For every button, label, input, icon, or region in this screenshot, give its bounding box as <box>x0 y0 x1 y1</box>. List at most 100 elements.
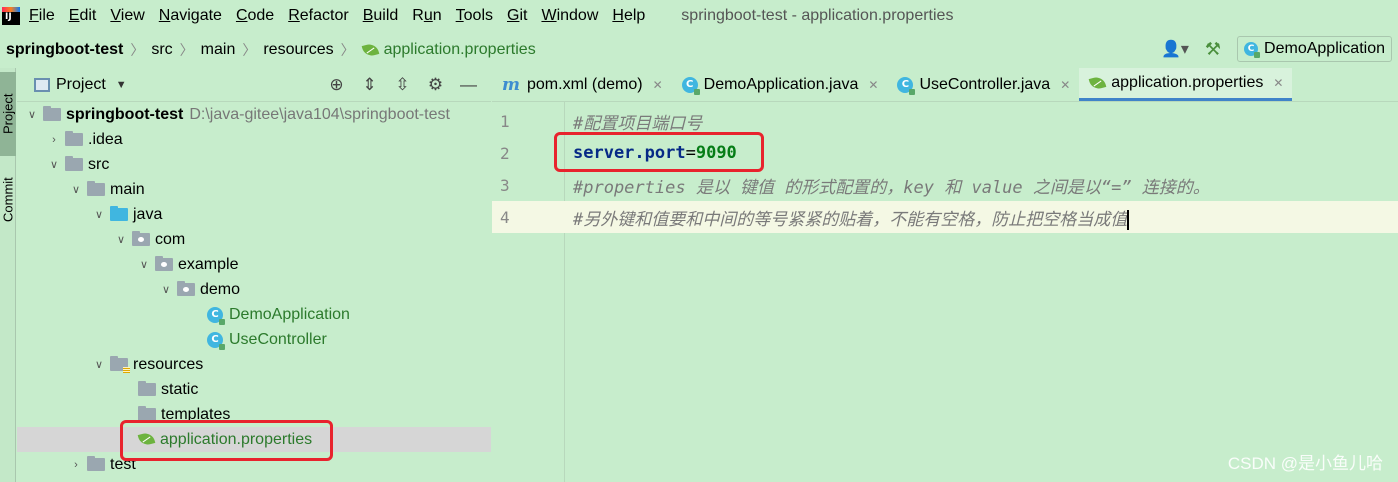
expand-all-icon[interactable]: ⇕ <box>353 75 386 95</box>
menu-item-help[interactable]: Help <box>612 7 645 25</box>
close-icon[interactable]: ✕ <box>868 78 878 92</box>
code-comment: #配置项目端口号 <box>573 113 703 134</box>
tab-use-controller[interactable]: C UseController.java ✕ <box>887 68 1079 101</box>
chevron-right-icon: 〉 <box>179 42 194 58</box>
chevron-down-icon[interactable]: ∨ <box>92 208 106 221</box>
menu-item-refactor[interactable]: Refactor <box>288 7 348 25</box>
menu-item-file[interactable]: File <box>29 7 55 25</box>
close-icon[interactable]: ✕ <box>1060 78 1070 92</box>
tree-row-java[interactable]: ∨ java <box>17 202 491 227</box>
locate-icon[interactable]: ⊕ <box>320 75 353 95</box>
chevron-down-icon[interactable]: ∨ <box>25 108 39 121</box>
chevron-right-icon: 〉 <box>242 42 257 58</box>
chevron-right-icon[interactable]: › <box>47 134 61 146</box>
source-folder-icon <box>110 206 128 221</box>
package-icon <box>155 256 173 271</box>
menu-item-code[interactable]: Code <box>236 7 274 25</box>
close-icon[interactable]: ✕ <box>1273 76 1283 90</box>
folder-icon <box>87 181 105 196</box>
menu-item-tools[interactable]: Tools <box>456 7 493 25</box>
menu-item-build[interactable]: Build <box>363 7 399 25</box>
menu-item-edit[interactable]: Edit <box>69 7 97 25</box>
breadcrumb-resources[interactable]: resources <box>263 41 333 59</box>
code-line-4[interactable]: 4 #另外键和值要和中间的等号紧紧的贴着，不能有空格，防止把空格当成值 <box>492 201 1398 233</box>
tree-row-main[interactable]: ∨ main <box>17 177 491 202</box>
commit-tool-button[interactable]: Commit <box>0 162 16 238</box>
tool-window-strip: Project Commit <box>0 68 16 482</box>
collapse-all-icon[interactable]: ⇳ <box>386 75 419 95</box>
tree-row-resources[interactable]: ∨ resources <box>17 352 491 377</box>
toolbar-right: 👤▾ ⚒ C DemoApplication <box>1161 36 1392 62</box>
spring-leaf-icon <box>362 42 380 59</box>
tree-row-static[interactable]: static <box>17 377 491 402</box>
menu-items: File Edit View Navigate Code Refactor Build Run… <box>29 7 659 25</box>
intellij-logo-icon <box>2 7 20 25</box>
package-icon <box>177 281 195 296</box>
highlight-box-file <box>120 420 333 461</box>
tree-row-demo[interactable]: ∨ demo <box>17 277 491 302</box>
gear-icon[interactable]: ⚙ <box>419 75 452 95</box>
folder-icon <box>65 156 83 171</box>
project-panel-title: Project <box>56 75 106 93</box>
tab-demo-application[interactable]: C DemoApplication.java ✕ <box>672 68 888 101</box>
hide-icon[interactable]: — <box>452 75 485 95</box>
tree-row-root[interactable]: ∨ springboot-test D:\java-gitee\java104\… <box>17 102 491 127</box>
tree-row-idea[interactable]: › .idea <box>17 127 491 152</box>
tab-application-properties[interactable]: application.properties ✕ <box>1079 68 1293 101</box>
breadcrumb-project[interactable]: springboot-test <box>6 41 123 59</box>
text-caret <box>1127 209 1130 230</box>
menu-item-run[interactable]: Run <box>412 7 441 25</box>
editor-tabs: m pom.xml (demo) ✕ C DemoApplication.jav… <box>492 68 1398 102</box>
tree-row-use-controller[interactable]: C UseController <box>17 327 491 352</box>
panel-actions: ⊕ ⇕ ⇳ ⚙ — <box>320 75 485 95</box>
chevron-down-icon[interactable]: ∨ <box>47 158 61 171</box>
highlight-box-port <box>554 132 764 172</box>
tree-row-demo-application[interactable]: C DemoApplication <box>17 302 491 327</box>
package-icon <box>132 231 150 246</box>
chevron-right-icon[interactable]: › <box>69 459 83 471</box>
project-tool-button[interactable]: Project <box>0 72 16 156</box>
tree-row-com[interactable]: ∨ com <box>17 227 491 252</box>
class-icon: C <box>681 76 700 95</box>
code-comment: #另外键和值要和中间的等号紧紧的贴着，不能有空格，防止把空格当成值 <box>573 209 1130 230</box>
resources-folder-icon <box>110 356 130 373</box>
code-line-3[interactable]: 3 #properties 是以 键值 的形式配置的，key 和 value 之… <box>492 169 1398 201</box>
menu-item-git[interactable]: Git <box>507 7 527 25</box>
menu-item-view[interactable]: View <box>110 7 144 25</box>
code-editor[interactable]: 1 #配置项目端口号 2 server.port=9090 3 #propert… <box>492 102 1398 482</box>
breadcrumb-src[interactable]: src <box>151 41 172 59</box>
chevron-down-icon[interactable]: ▼ <box>116 79 127 91</box>
chevron-down-icon[interactable]: ∨ <box>92 358 106 371</box>
folder-icon <box>65 131 83 146</box>
folder-icon <box>138 381 156 396</box>
tree-row-example[interactable]: ∨ example <box>17 252 491 277</box>
code-comment: #properties 是以 键值 的形式配置的，key 和 value 之间是… <box>573 177 1210 198</box>
run-configuration-label: DemoApplication <box>1264 40 1385 57</box>
breadcrumb-main[interactable]: main <box>201 41 236 59</box>
chevron-down-icon[interactable]: ∨ <box>69 183 83 196</box>
module-folder-icon <box>43 106 61 121</box>
chevron-down-icon[interactable]: ∨ <box>137 258 151 271</box>
menu-bar: File Edit View Navigate Code Refactor Build Run… <box>0 0 1398 32</box>
project-panel: Project ▼ ⊕ ⇕ ⇳ ⚙ — ∨ springboot-test D:… <box>17 68 491 482</box>
folder-icon <box>87 456 105 471</box>
menu-item-window[interactable]: Window <box>541 7 598 25</box>
line-number: 4 <box>500 207 510 227</box>
line-number: 3 <box>500 175 510 195</box>
tree-row-src[interactable]: ∨ src <box>17 152 491 177</box>
close-icon[interactable]: ✕ <box>653 78 663 92</box>
chevron-right-icon: 〉 <box>340 42 355 58</box>
project-view-icon <box>34 77 50 92</box>
chevron-down-icon[interactable]: ∨ <box>159 283 173 296</box>
line-number: 1 <box>500 111 510 131</box>
breadcrumb-file[interactable]: application.properties <box>362 41 536 59</box>
chevron-right-icon: 〉 <box>130 42 145 58</box>
run-configuration-select[interactable]: C DemoApplication <box>1237 36 1392 62</box>
chevron-down-icon[interactable]: ∨ <box>114 233 128 246</box>
project-panel-header: Project ▼ ⊕ ⇕ ⇳ ⚙ — <box>17 68 491 102</box>
class-icon: C <box>207 306 225 325</box>
menu-item-navigate[interactable]: Navigate <box>159 7 222 25</box>
tab-pom-xml[interactable]: m pom.xml (demo) ✕ <box>492 68 672 101</box>
user-dropdown-icon[interactable]: 👤▾ <box>1161 39 1189 59</box>
build-hammer-icon[interactable]: ⚒ <box>1205 39 1221 60</box>
